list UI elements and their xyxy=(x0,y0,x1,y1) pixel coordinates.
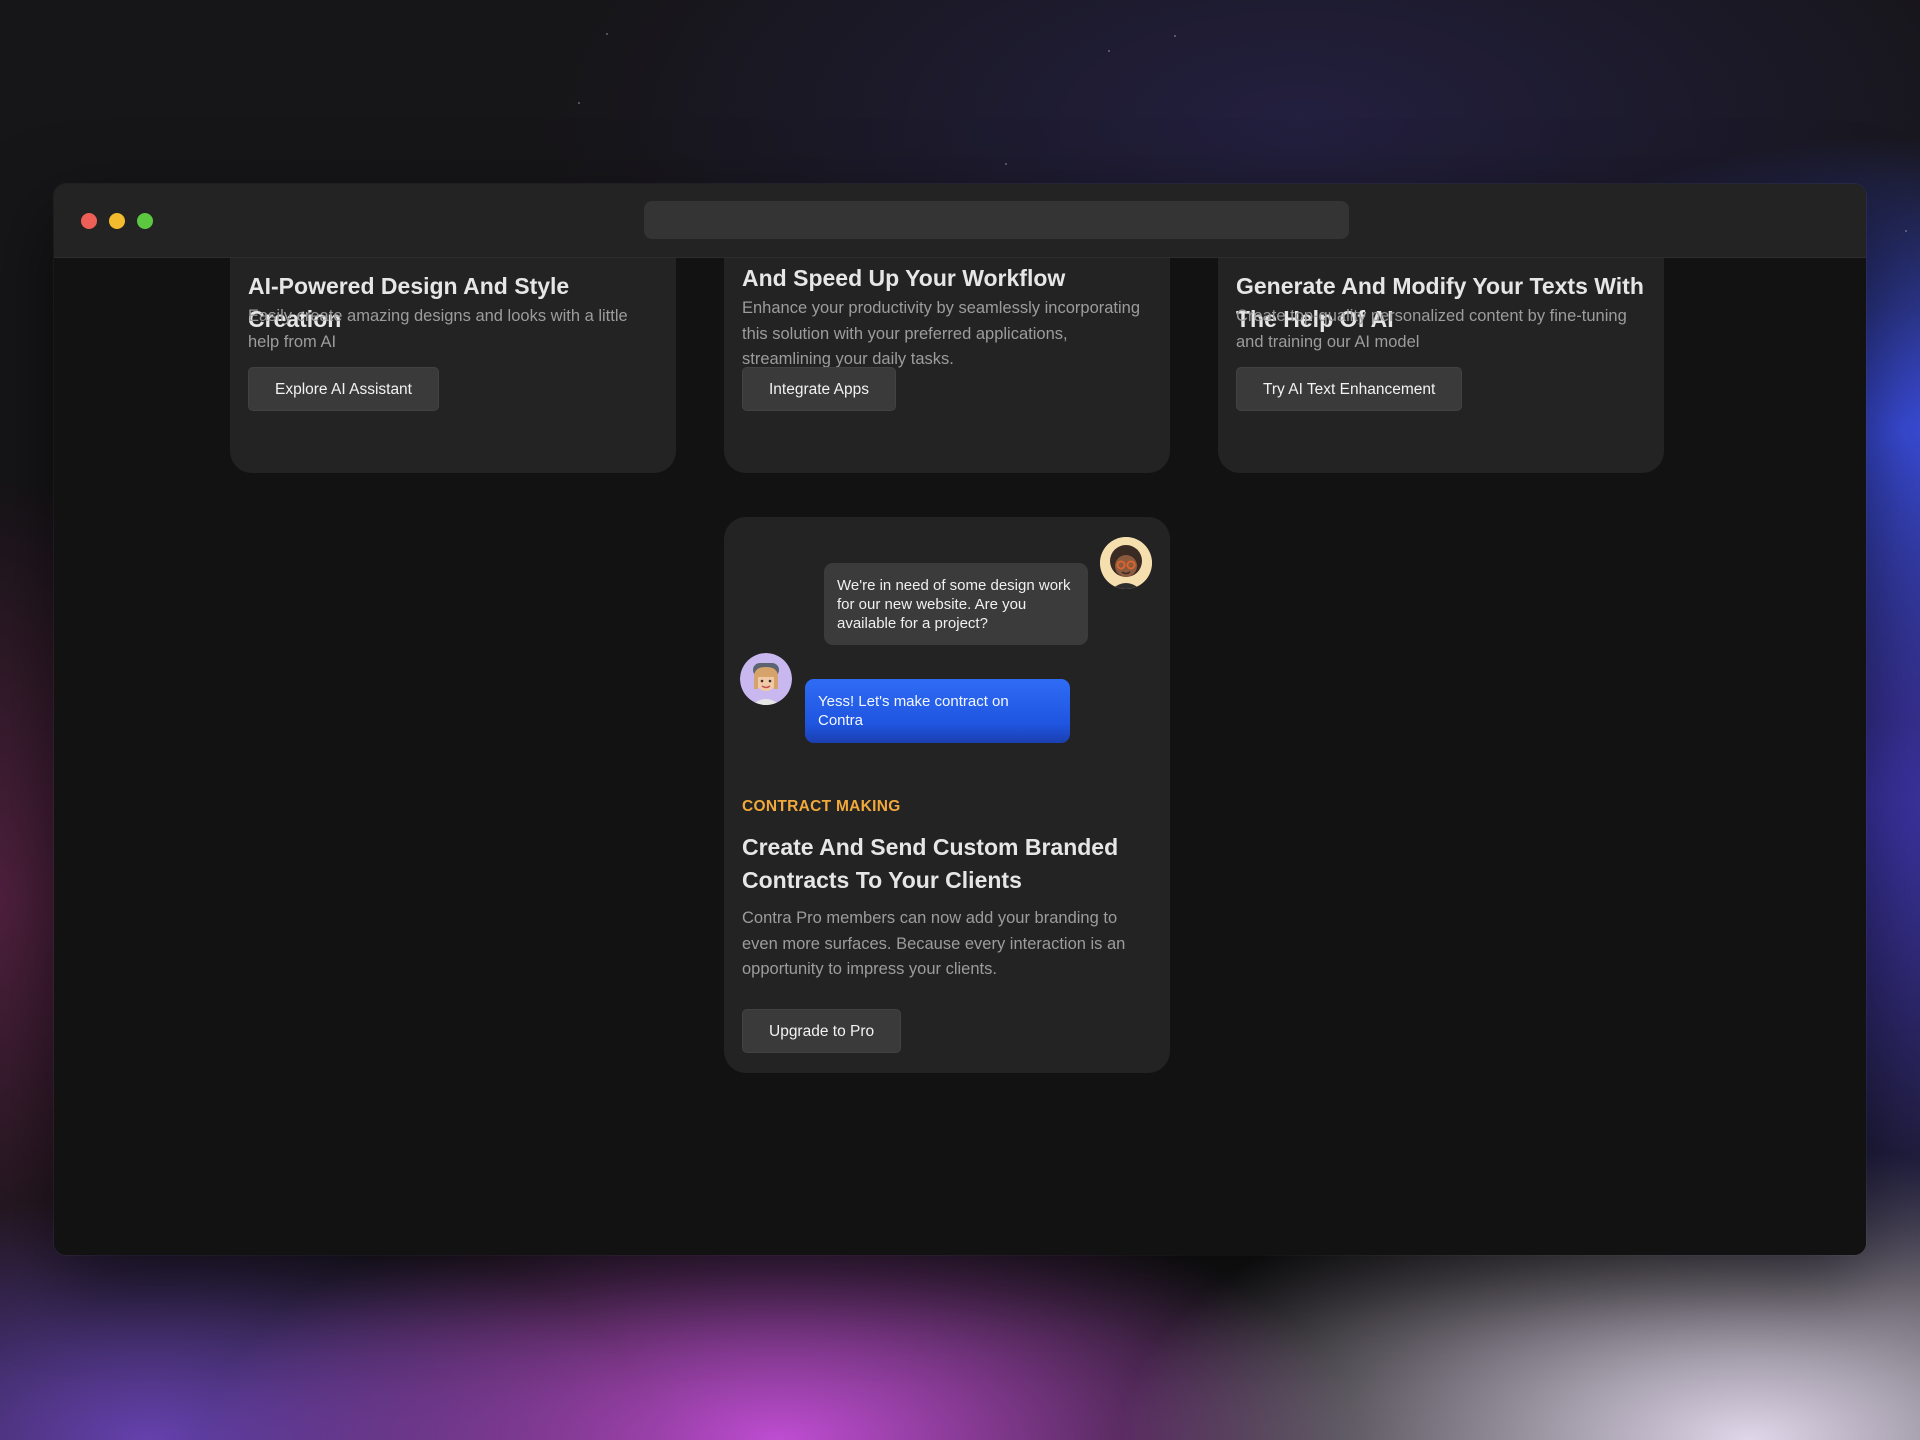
explore-ai-assistant-button[interactable]: Explore AI Assistant xyxy=(248,367,439,411)
card-title: And Speed Up Your Workflow xyxy=(742,265,1066,291)
feature-card-integrate-apps: And Speed Up Your Workflow Enhance your … xyxy=(724,257,1170,473)
section-eyebrow: CONTRACT MAKING xyxy=(742,798,901,815)
try-ai-text-enhancement-button[interactable]: Try AI Text Enhancement xyxy=(1236,367,1463,411)
chat-message-reply: Yess! Let's make contract on Contra xyxy=(805,679,1070,743)
feature-card-ai-text: Generate And Modify Your Texts With The … xyxy=(1218,257,1664,473)
page-content: AI-Powered Design And Style Creation Eas… xyxy=(54,257,1866,1255)
feature-card-contract-making: We're in need of some design work for ou… xyxy=(724,517,1170,1073)
avatar-client-memoji xyxy=(1100,537,1152,589)
window-titlebar xyxy=(54,184,1866,258)
star-decoration xyxy=(578,102,580,104)
address-bar[interactable] xyxy=(644,201,1349,239)
maximize-window-button[interactable] xyxy=(137,213,153,229)
card-title: Create And Send Custom Branded Contracts… xyxy=(742,834,1119,893)
avatar-freelancer-memoji xyxy=(740,653,792,705)
feature-card-ai-design: AI-Powered Design And Style Creation Eas… xyxy=(230,257,676,473)
card-description: Create top-quality personalized content … xyxy=(1236,307,1627,351)
star-decoration xyxy=(1005,163,1007,165)
card-description: Enhance your productivity by seamlessly … xyxy=(742,299,1141,368)
star-decoration xyxy=(1174,35,1176,37)
star-decoration xyxy=(1108,50,1110,52)
integrate-apps-button[interactable]: Integrate Apps xyxy=(742,367,896,411)
card-description: Contra Pro members can now add your bran… xyxy=(742,909,1126,978)
close-window-button[interactable] xyxy=(81,213,97,229)
card-description: Easily create amazing designs and looks … xyxy=(248,307,628,351)
minimize-window-button[interactable] xyxy=(109,213,125,229)
chat-message-incoming: We're in need of some design work for ou… xyxy=(824,563,1088,645)
upgrade-to-pro-button[interactable]: Upgrade to Pro xyxy=(742,1009,902,1053)
star-decoration xyxy=(1905,230,1907,232)
browser-window: AI-Powered Design And Style Creation Eas… xyxy=(54,184,1866,1255)
star-decoration xyxy=(606,33,608,35)
